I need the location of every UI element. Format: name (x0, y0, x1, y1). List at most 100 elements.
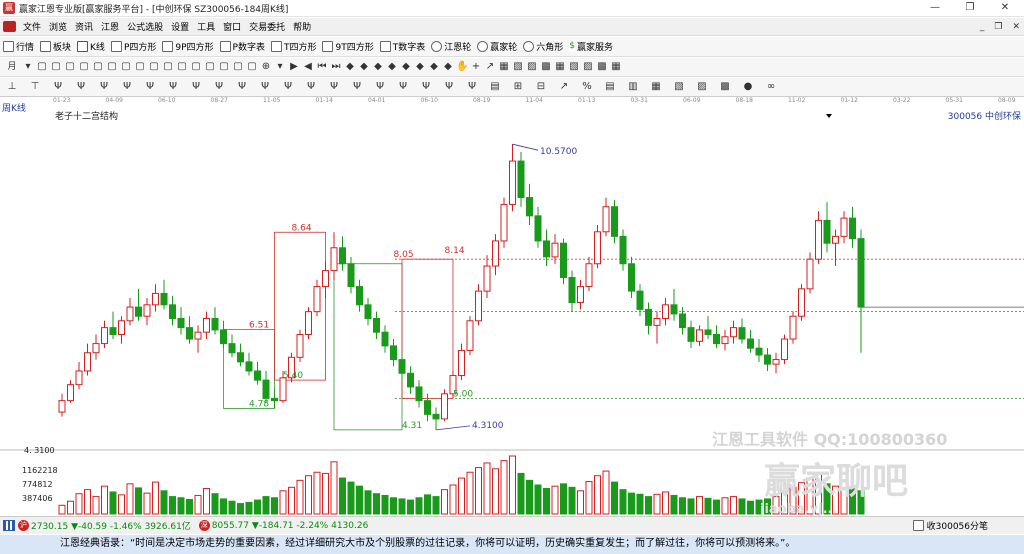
menu-tools[interactable]: 工具 (193, 20, 219, 33)
draw-tool-icon[interactable]: ▢ (148, 61, 160, 73)
draw-tool-icon[interactable]: ▩ (596, 61, 608, 73)
indicator-tool-icon[interactable]: Ψ (305, 81, 317, 93)
menu-gann[interactable]: 江恩 (97, 20, 123, 33)
draw-tool-icon[interactable]: ▦ (498, 61, 510, 73)
draw-tool-icon[interactable]: ▧ (512, 61, 524, 73)
indicator-tool-icon[interactable]: ▤ (604, 81, 616, 93)
indicator-tool-icon[interactable]: Ψ (351, 81, 363, 93)
sector-button[interactable]: 板块 (37, 40, 74, 53)
indicator-tool-icon[interactable]: Ψ (52, 81, 64, 93)
indicator-tool-icon[interactable]: Ψ (282, 81, 294, 93)
indicator-tool-icon[interactable]: Ψ (121, 81, 133, 93)
draw-tool-icon[interactable]: ▨ (526, 61, 538, 73)
indicator-tool-icon[interactable]: Ψ (75, 81, 87, 93)
close-button[interactable]: ✕ (990, 0, 1020, 17)
draw-tool-icon[interactable]: ▨ (582, 61, 594, 73)
indicator-tool-icon[interactable]: Ψ (443, 81, 455, 93)
gann-wheel-button[interactable]: 江恩轮 (428, 40, 474, 53)
draw-tool-icon[interactable]: ▦ (610, 61, 622, 73)
draw-tool-icon[interactable]: ↗ (484, 61, 496, 73)
indicator-tool-icon[interactable]: ● (742, 81, 754, 93)
menu-file[interactable]: 文件 (19, 20, 45, 33)
restore-button[interactable]: ❐ (955, 0, 985, 17)
draw-tool-icon[interactable]: ◆ (428, 61, 440, 73)
draw-tool-icon[interactable]: ▢ (134, 61, 146, 73)
indicator-tool-icon[interactable]: ⊥ (6, 81, 18, 93)
draw-tool-icon[interactable]: ▢ (190, 61, 202, 73)
indicator-tool-icon[interactable]: Ψ (144, 81, 156, 93)
indicator-tool-icon[interactable]: Ψ (213, 81, 225, 93)
draw-tool-icon[interactable]: ▢ (92, 61, 104, 73)
draw-tool-icon[interactable]: ▾ (274, 61, 286, 73)
winner-wheel-button[interactable]: 赢家轮 (474, 40, 520, 53)
draw-tool-icon[interactable]: ▢ (162, 61, 174, 73)
draw-tool-icon[interactable]: ◆ (358, 61, 370, 73)
draw-tool-icon[interactable]: ▢ (218, 61, 230, 73)
indicator-tool-icon[interactable]: ▥ (627, 81, 639, 93)
indicator-tool-icon[interactable]: ▤ (489, 81, 501, 93)
draw-tool-icon[interactable]: + (470, 61, 482, 73)
draw-tool-icon[interactable]: ▢ (176, 61, 188, 73)
draw-tool-icon[interactable]: ▢ (120, 61, 132, 73)
indicator-tool-icon[interactable]: Ψ (190, 81, 202, 93)
indicator-tool-icon[interactable]: ⊞ (512, 81, 524, 93)
indicator-tool-icon[interactable]: ▦ (650, 81, 662, 93)
indicator-tool-icon[interactable]: ⊤ (29, 81, 41, 93)
menu-trade[interactable]: 交易委托 (245, 20, 289, 33)
draw-tool-icon[interactable]: ▶ (288, 61, 300, 73)
mdi-minimize-button[interactable]: _ (980, 22, 985, 32)
draw-tool-icon[interactable]: ◆ (344, 61, 356, 73)
p-number-table-button[interactable]: P数字表 (217, 40, 268, 53)
p-square-button[interactable]: P四方形 (108, 40, 159, 53)
indicator-tool-icon[interactable]: % (581, 81, 593, 93)
menu-settings[interactable]: 设置 (167, 20, 193, 33)
draw-tool-icon[interactable]: ◀ (302, 61, 314, 73)
menu-help[interactable]: 帮助 (289, 20, 315, 33)
9t-square-button[interactable]: 9T四方形 (319, 40, 376, 53)
draw-tool-icon[interactable]: ◆ (372, 61, 384, 73)
draw-tool-icon[interactable]: ▢ (78, 61, 90, 73)
menu-window[interactable]: 窗口 (219, 20, 245, 33)
t-square-button[interactable]: T四方形 (268, 40, 320, 53)
draw-tool-icon[interactable]: ◆ (414, 61, 426, 73)
indicator-tool-icon[interactable]: ▧ (673, 81, 685, 93)
draw-tool-icon[interactable]: ▢ (246, 61, 258, 73)
draw-tool-icon[interactable]: ▢ (204, 61, 216, 73)
t-number-table-button[interactable]: T数字表 (377, 40, 429, 53)
draw-tool-icon[interactable]: ◆ (386, 61, 398, 73)
draw-tool-icon[interactable]: ▢ (50, 61, 62, 73)
period-selector[interactable]: 月 (6, 61, 18, 73)
indicator-tool-icon[interactable]: Ψ (466, 81, 478, 93)
indicator-tool-icon[interactable]: Ψ (420, 81, 432, 93)
menu-formula[interactable]: 公式选股 (123, 20, 167, 33)
tick-data-icon[interactable] (912, 520, 924, 531)
indicator-tool-icon[interactable]: Ψ (236, 81, 248, 93)
draw-tool-icon[interactable]: ▾ (22, 61, 34, 73)
kline-button[interactable]: K线 (74, 40, 108, 53)
tick-data-label[interactable]: 收300056分笔 (927, 519, 988, 532)
draw-tool-icon[interactable]: ◆ (400, 61, 412, 73)
draw-tool-icon[interactable]: ▢ (64, 61, 76, 73)
draw-tool-icon[interactable]: ◆ (442, 61, 454, 73)
indicator-tool-icon[interactable]: ▨ (696, 81, 708, 93)
draw-tool-icon[interactable]: ⏮ (316, 61, 328, 73)
indicator-tool-icon[interactable]: Ψ (167, 81, 179, 93)
mdi-close-button[interactable]: ✕ (1012, 22, 1020, 32)
hexagon-button[interactable]: 六角形 (520, 40, 566, 53)
indicator-tool-icon[interactable]: Ψ (328, 81, 340, 93)
draw-tool-icon[interactable]: ▩ (540, 61, 552, 73)
minimize-button[interactable]: — (920, 0, 950, 17)
draw-tool-icon[interactable]: ⏭ (330, 61, 342, 73)
indicator-tool-icon[interactable]: ∞ (765, 81, 777, 93)
draw-tool-icon[interactable]: ▢ (106, 61, 118, 73)
indicator-tool-icon[interactable]: Ψ (374, 81, 386, 93)
winner-service-button[interactable]: $ 赢家服务 (566, 40, 616, 53)
draw-tool-icon[interactable]: ▢ (36, 61, 48, 73)
draw-tool-icon[interactable]: ✋ (456, 61, 468, 73)
9p-square-button[interactable]: 9P四方形 (159, 40, 216, 53)
draw-tool-icon[interactable]: ▧ (568, 61, 580, 73)
menu-news[interactable]: 资讯 (71, 20, 97, 33)
draw-tool-icon[interactable]: ▢ (232, 61, 244, 73)
index-grid-icon[interactable] (3, 520, 15, 531)
indicator-tool-icon[interactable]: ▩ (719, 81, 731, 93)
